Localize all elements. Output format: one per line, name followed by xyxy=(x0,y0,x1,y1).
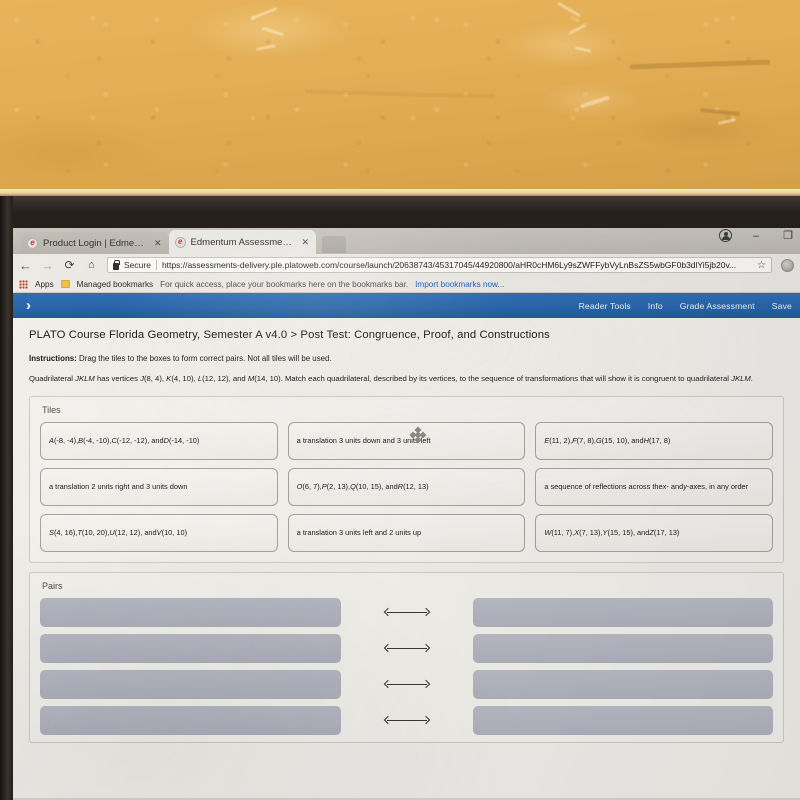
tiles-grid: A (-8, -4), B (-4, -10), C (-12, -12), and … xyxy=(40,422,773,552)
browser-tab-edmentum-assessments[interactable]: e Edmentum Assessments ✕ xyxy=(168,230,317,254)
pairs-panel: Pairs xyxy=(29,572,784,743)
tab-title: Product Login | Edmentu xyxy=(43,237,147,249)
breadcrumb: PLATO Course Florida Geometry, Semester … xyxy=(29,329,550,341)
import-bookmarks-link[interactable]: Import bookmarks now... xyxy=(415,280,504,289)
tiles-panel: Tiles A (-8, -4), B (-4, -10), C (-12, -12)… xyxy=(29,396,784,563)
profile-avatar-icon[interactable] xyxy=(719,229,732,242)
grade-assessment-button[interactable]: Grade Assessment xyxy=(680,301,755,311)
info-button[interactable]: Info xyxy=(648,301,663,311)
reload-icon[interactable]: ⟳ xyxy=(63,259,76,271)
close-icon[interactable]: ✕ xyxy=(302,237,310,248)
tile[interactable]: a translation 3 units down and 3 units l… xyxy=(287,422,526,460)
maximize-button[interactable]: ❐ xyxy=(780,229,796,242)
pair-row xyxy=(40,634,773,663)
back-icon[interactable]: ← xyxy=(19,259,32,272)
pair-row xyxy=(40,598,773,627)
close-icon[interactable]: ✕ xyxy=(154,238,162,249)
bezel-sheen xyxy=(0,196,800,212)
pair-arrow xyxy=(347,715,467,725)
divider xyxy=(155,260,157,270)
wall-texture xyxy=(0,0,800,196)
pair-drop-zone-left[interactable] xyxy=(40,670,341,699)
folder-icon xyxy=(60,280,70,288)
pair-drop-zone-right[interactable] xyxy=(472,598,773,627)
forward-icon[interactable]: → xyxy=(41,259,54,272)
minimize-button[interactable]: – xyxy=(748,230,764,242)
reader-tools-button[interactable]: Reader Tools xyxy=(579,301,631,311)
pair-row xyxy=(40,670,773,699)
tile[interactable]: W (11, 7), X (7, 13), Y (15, 15), and Z (17,… xyxy=(535,514,773,552)
assessment-toolbar-actions: Reader Tools Info Grade Assessment Save xyxy=(579,301,794,311)
pair-drop-zone-right[interactable] xyxy=(472,706,773,735)
address-bar[interactable]: Secure https://assessments-delivery.ple.… xyxy=(107,257,772,273)
chevron-right-icon[interactable]: › xyxy=(19,298,38,313)
pair-drop-zone-left[interactable] xyxy=(40,706,341,735)
tile[interactable]: O (6, 7), P (2, 13), Q (10, 15), and R (12, … xyxy=(287,468,526,506)
tile[interactable]: a translation 3 units left and 2 units u… xyxy=(287,514,526,552)
lock-icon xyxy=(113,259,120,270)
security-label: Secure xyxy=(124,260,151,270)
assessment-toolbar: › Reader Tools Info Grade Assessment Sav… xyxy=(13,293,800,318)
pair-drop-zone-right[interactable] xyxy=(472,634,773,663)
url-text: https://assessments-delivery.ple.platowe… xyxy=(161,260,737,270)
pair-arrow xyxy=(347,643,467,653)
tiles-panel-title: Tiles xyxy=(42,405,61,415)
tile[interactable]: A (-8, -4), B (-4, -10), C (-12, -12), and … xyxy=(40,422,278,460)
pair-row xyxy=(40,706,773,735)
profile-icon[interactable] xyxy=(781,258,794,272)
wall-trim-molding xyxy=(0,189,800,196)
tile[interactable]: S (4, 16), T (10, 20), U (12, 12), and V (10… xyxy=(40,514,278,552)
pair-arrow xyxy=(347,607,467,617)
monitor-bezel-left xyxy=(0,196,13,800)
drag-move-cursor-icon xyxy=(408,425,427,444)
tile[interactable]: E (11, 2), F (7, 8), G (15, 10), and H (17, … xyxy=(535,422,773,460)
edmentum-e-icon: e xyxy=(174,236,186,248)
pairs-panel-title: Pairs xyxy=(42,581,63,591)
assessment-content: PLATO Course Florida Geometry, Semester … xyxy=(13,318,800,798)
browser-tab-product-login[interactable]: e Product Login | Edmentu ✕ xyxy=(21,232,169,254)
tile[interactable]: a sequence of reflections across the x- … xyxy=(535,468,773,506)
bookmarks-hint: For quick access, place your bookmarks h… xyxy=(160,279,409,289)
apps-grid-icon[interactable] xyxy=(19,279,28,289)
instructions-text: Drag the tiles to the boxes to form corr… xyxy=(79,354,332,363)
instructions-label: Instructions: xyxy=(29,354,77,363)
pair-drop-zone-right[interactable] xyxy=(472,670,773,699)
window-controls: – ❐ xyxy=(719,229,796,242)
home-icon[interactable]: ⌂ xyxy=(85,259,98,271)
pair-drop-zone-left[interactable] xyxy=(40,598,341,627)
instructions-line: Instructions: Drag the tiles to the boxe… xyxy=(27,350,786,364)
pair-arrow xyxy=(347,679,467,689)
background-wall xyxy=(0,0,800,196)
edmentum-e-icon: e xyxy=(27,237,38,249)
monitor-screen: e Product Login | Edmentu ✕ e Edmentum A… xyxy=(13,228,800,800)
apps-label[interactable]: Apps xyxy=(35,280,54,289)
photo-of-monitor-scene: e Product Login | Edmentu ✕ e Edmentum A… xyxy=(0,0,800,800)
new-tab-button[interactable] xyxy=(322,236,347,253)
browser-tab-strip: e Product Login | Edmentu ✕ e Edmentum A… xyxy=(13,228,800,254)
save-button[interactable]: Save xyxy=(772,301,792,311)
tab-title: Edmentum Assessments xyxy=(190,236,295,248)
managed-bookmarks-label[interactable]: Managed bookmarks xyxy=(77,280,153,289)
bookmarks-bar: Apps Managed bookmarks For quick access,… xyxy=(13,276,800,293)
pair-drop-zone-left[interactable] xyxy=(40,634,341,663)
question-prompt: Quadrilateral JKLM has vertices J(8, 4),… xyxy=(29,374,753,384)
tile[interactable]: a translation 2 units right and 3 units … xyxy=(40,468,278,506)
browser-toolbar: ← → ⟳ ⌂ Secure https://assessments-deliv… xyxy=(13,254,800,276)
bookmark-star-icon[interactable]: ☆ xyxy=(757,260,766,271)
